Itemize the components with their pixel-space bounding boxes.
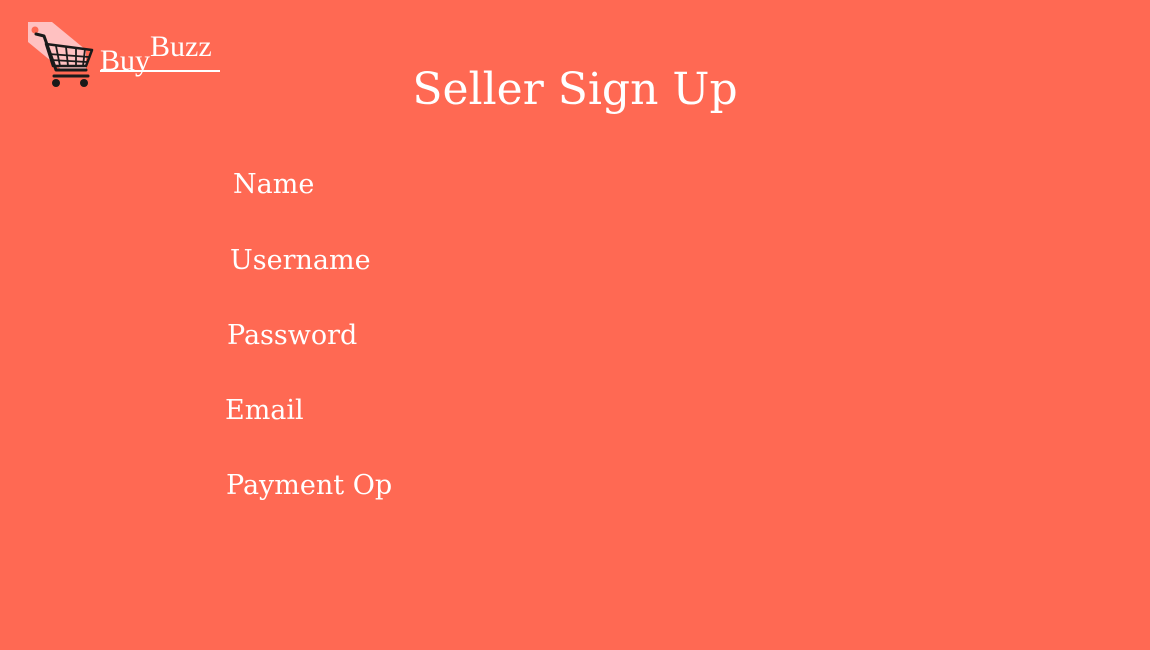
page-title: Seller Sign Up <box>412 64 738 115</box>
password-label: Password <box>227 320 358 351</box>
payment-option-label: Payment Op <box>226 470 393 501</box>
name-label: Name <box>233 169 315 200</box>
email-label: Email <box>225 395 304 426</box>
username-label: Username <box>230 245 371 276</box>
brand-name-buzz: Buzz <box>150 30 212 63</box>
